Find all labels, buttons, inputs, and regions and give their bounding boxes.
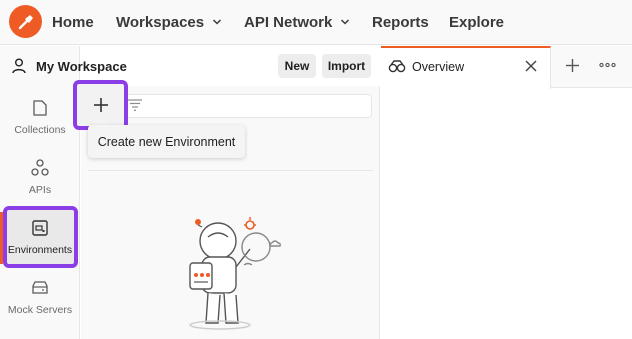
- astronaut-illustration: [189, 217, 281, 330]
- top-navigation: Home Workspaces API Network Reports Expl…: [0, 0, 632, 45]
- more-icon[interactable]: [599, 62, 616, 68]
- chevron-down-icon: [341, 19, 350, 25]
- nav-api-network-label: API Network: [244, 13, 333, 31]
- apis-icon: [31, 159, 49, 176]
- plus-icon[interactable]: [90, 94, 112, 116]
- filter-icon[interactable]: [128, 99, 142, 111]
- import-button[interactable]: Import: [322, 54, 371, 78]
- collections-icon: [33, 100, 47, 116]
- sidebar-item-label: Mock Servers: [7, 304, 73, 316]
- new-tab-plus-icon[interactable]: [565, 58, 580, 73]
- environments-icon: [32, 220, 48, 236]
- nav-reports[interactable]: Reports: [372, 12, 429, 32]
- postman-logo-icon[interactable]: [9, 5, 42, 38]
- overview-icon: [388, 60, 406, 73]
- tab-overview-label: Overview: [412, 60, 465, 74]
- search-input[interactable]: [120, 94, 372, 118]
- close-icon[interactable]: [524, 59, 538, 73]
- tooltip: Create new Environment: [88, 125, 245, 158]
- chevron-down-icon: [213, 19, 222, 25]
- sidebar-item-mock-servers[interactable]: Mock Servers: [0, 272, 80, 332]
- nav-home[interactable]: Home: [52, 12, 94, 32]
- sidebar-item-label: APIs: [28, 184, 52, 196]
- nav-workspaces[interactable]: Workspaces: [116, 12, 222, 32]
- tooltip-arrow: [95, 118, 109, 125]
- nav-explore[interactable]: Explore: [449, 12, 504, 32]
- nav-reports-label: Reports: [372, 13, 429, 31]
- sidebar-item-label: Collections: [14, 124, 66, 136]
- divider: [88, 170, 373, 171]
- sidebar-item-environments[interactable]: Environments: [0, 212, 80, 272]
- new-button[interactable]: New: [278, 54, 316, 78]
- nav-home-label: Home: [52, 13, 94, 31]
- sidebar-item-collections[interactable]: Collections: [0, 92, 80, 152]
- sidebar-item-label: Environments: [7, 244, 73, 256]
- nav-workspaces-label: Workspaces: [116, 13, 205, 31]
- mock-servers-icon: [32, 281, 48, 294]
- person-icon: [12, 58, 26, 74]
- nav-api-network[interactable]: API Network: [244, 12, 350, 32]
- sidebar-item-apis[interactable]: APIs: [0, 152, 80, 212]
- nav-explore-label: Explore: [449, 13, 505, 31]
- workspace-title[interactable]: My Workspace: [36, 59, 127, 74]
